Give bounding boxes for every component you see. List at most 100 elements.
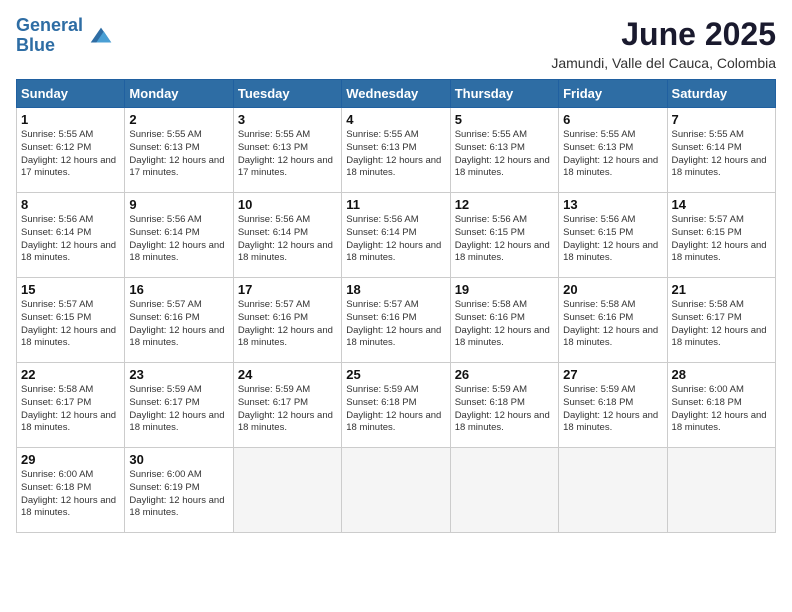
day-number: 1 [21, 112, 120, 127]
week-row-2: 8 Sunrise: 5:56 AMSunset: 6:14 PMDaylight… [17, 193, 776, 278]
calendar-cell: 17 Sunrise: 5:57 AMSunset: 6:16 PMDayligh… [233, 278, 341, 363]
calendar-cell: 13Sunrise: 5:56 AMSunset: 6:15 PMDayligh… [559, 193, 667, 278]
day-info: Sunrise: 5:57 AMSunset: 6:15 PMDaylight:… [21, 299, 120, 350]
location-subtitle: Jamundi, Valle del Cauca, Colombia [551, 55, 776, 71]
calendar-cell: 1Sunrise: 5:55 AMSunset: 6:12 PMDaylight… [17, 108, 125, 193]
week-row-5: 29 Sunrise: 6:00 AMSunset: 6:18 PMDayligh… [17, 448, 776, 533]
calendar-cell: 27 Sunrise: 5:59 AMSunset: 6:18 PMDayligh… [559, 363, 667, 448]
day-number: 2 [129, 112, 228, 127]
day-number: 25 [346, 367, 445, 382]
page-header: General Blue June 2025 Jamundi, Valle de… [16, 16, 776, 71]
calendar-cell: 24 Sunrise: 5:59 AMSunset: 6:17 PMDayligh… [233, 363, 341, 448]
calendar-cell: 6 Sunrise: 5:55 AMSunset: 6:13 PMDaylight… [559, 108, 667, 193]
calendar-cell: 25 Sunrise: 5:59 AMSunset: 6:18 PMDayligh… [342, 363, 450, 448]
day-info: Sunrise: 5:59 AMSunset: 6:17 PMDaylight:… [129, 384, 228, 435]
day-number: 22 [21, 367, 120, 382]
day-number: 29 [21, 452, 120, 467]
calendar-cell: 15 Sunrise: 5:57 AMSunset: 6:15 PMDayligh… [17, 278, 125, 363]
day-info: Sunrise: 5:55 AMSunset: 6:13 PMDaylight:… [346, 129, 445, 180]
day-number: 6 [563, 112, 662, 127]
day-info: Sunrise: 5:55 AMSunset: 6:13 PMDaylight:… [129, 129, 228, 180]
calendar-cell: 2 Sunrise: 5:55 AMSunset: 6:13 PMDaylight… [125, 108, 233, 193]
day-info: Sunrise: 5:57 AMSunset: 6:16 PMDaylight:… [129, 299, 228, 350]
week-row-1: 1Sunrise: 5:55 AMSunset: 6:12 PMDaylight… [17, 108, 776, 193]
day-info: Sunrise: 5:55 AMSunset: 6:13 PMDaylight:… [563, 129, 662, 180]
day-number: 26 [455, 367, 554, 382]
day-number: 23 [129, 367, 228, 382]
day-info: Sunrise: 5:57 AMSunset: 6:15 PMDaylight:… [672, 214, 771, 265]
calendar-cell [559, 448, 667, 533]
calendar-cell: 14 Sunrise: 5:57 AMSunset: 6:15 PMDayligh… [667, 193, 775, 278]
day-info: Sunrise: 5:56 AMSunset: 6:14 PMDaylight:… [129, 214, 228, 265]
calendar-cell: 9 Sunrise: 5:56 AMSunset: 6:14 PMDaylight… [125, 193, 233, 278]
calendar-cell: 20 Sunrise: 5:58 AMSunset: 6:16 PMDayligh… [559, 278, 667, 363]
day-info: Sunrise: 5:57 AMSunset: 6:16 PMDaylight:… [238, 299, 337, 350]
day-number: 20 [563, 282, 662, 297]
day-number: 28 [672, 367, 771, 382]
day-number: 12 [455, 197, 554, 212]
calendar-cell: 21 Sunrise: 5:58 AMSunset: 6:17 PMDayligh… [667, 278, 775, 363]
day-info: Sunrise: 5:59 AMSunset: 6:18 PMDaylight:… [563, 384, 662, 435]
day-number: 3 [238, 112, 337, 127]
weekday-header-monday: Monday [125, 80, 233, 108]
day-info: Sunrise: 6:00 AMSunset: 6:18 PMDaylight:… [21, 469, 120, 520]
day-number: 30 [129, 452, 228, 467]
day-number: 21 [672, 282, 771, 297]
day-number: 27 [563, 367, 662, 382]
week-row-4: 22 Sunrise: 5:58 AMSunset: 6:17 PMDayligh… [17, 363, 776, 448]
day-info: Sunrise: 5:56 AMSunset: 6:15 PMDaylight:… [563, 214, 662, 265]
calendar-header-row: SundayMondayTuesdayWednesdayThursdayFrid… [17, 80, 776, 108]
day-info: Sunrise: 6:00 AMSunset: 6:19 PMDaylight:… [129, 469, 228, 520]
day-number: 9 [129, 197, 228, 212]
weekday-header-saturday: Saturday [667, 80, 775, 108]
day-info: Sunrise: 5:59 AMSunset: 6:18 PMDaylight:… [455, 384, 554, 435]
calendar-cell: 3 Sunrise: 5:55 AMSunset: 6:13 PMDaylight… [233, 108, 341, 193]
calendar-cell: 5 Sunrise: 5:55 AMSunset: 6:13 PMDaylight… [450, 108, 558, 193]
day-number: 7 [672, 112, 771, 127]
logo-text: General Blue [16, 16, 83, 56]
day-number: 11 [346, 197, 445, 212]
day-number: 8 [21, 197, 120, 212]
calendar-cell: 4Sunrise: 5:55 AMSunset: 6:13 PMDaylight… [342, 108, 450, 193]
calendar-cell: 7Sunrise: 5:55 AMSunset: 6:14 PMDaylight… [667, 108, 775, 193]
calendar-cell: 11 Sunrise: 5:56 AMSunset: 6:14 PMDayligh… [342, 193, 450, 278]
day-number: 24 [238, 367, 337, 382]
day-number: 19 [455, 282, 554, 297]
calendar-cell: 22 Sunrise: 5:58 AMSunset: 6:17 PMDayligh… [17, 363, 125, 448]
week-row-3: 15 Sunrise: 5:57 AMSunset: 6:15 PMDayligh… [17, 278, 776, 363]
calendar-cell: 23 Sunrise: 5:59 AMSunset: 6:17 PMDayligh… [125, 363, 233, 448]
day-info: Sunrise: 5:58 AMSunset: 6:17 PMDaylight:… [672, 299, 771, 350]
day-number: 14 [672, 197, 771, 212]
calendar-cell: 18Sunrise: 5:57 AMSunset: 6:16 PMDayligh… [342, 278, 450, 363]
day-number: 5 [455, 112, 554, 127]
day-info: Sunrise: 5:56 AMSunset: 6:14 PMDaylight:… [21, 214, 120, 265]
day-info: Sunrise: 5:59 AMSunset: 6:17 PMDaylight:… [238, 384, 337, 435]
calendar-cell [450, 448, 558, 533]
day-number: 15 [21, 282, 120, 297]
weekday-header-tuesday: Tuesday [233, 80, 341, 108]
logo-icon [87, 22, 115, 50]
day-info: Sunrise: 5:56 AMSunset: 6:15 PMDaylight:… [455, 214, 554, 265]
day-number: 16 [129, 282, 228, 297]
month-title: June 2025 [551, 16, 776, 53]
weekday-header-sunday: Sunday [17, 80, 125, 108]
calendar-cell: 12 Sunrise: 5:56 AMSunset: 6:15 PMDayligh… [450, 193, 558, 278]
day-info: Sunrise: 5:55 AMSunset: 6:13 PMDaylight:… [455, 129, 554, 180]
calendar-cell: 16 Sunrise: 5:57 AMSunset: 6:16 PMDayligh… [125, 278, 233, 363]
day-info: Sunrise: 6:00 AMSunset: 6:18 PMDaylight:… [672, 384, 771, 435]
weekday-header-wednesday: Wednesday [342, 80, 450, 108]
calendar-cell [342, 448, 450, 533]
day-info: Sunrise: 5:55 AMSunset: 6:13 PMDaylight:… [238, 129, 337, 180]
day-info: Sunrise: 5:59 AMSunset: 6:18 PMDaylight:… [346, 384, 445, 435]
day-info: Sunrise: 5:56 AMSunset: 6:14 PMDaylight:… [238, 214, 337, 265]
day-info: Sunrise: 5:56 AMSunset: 6:14 PMDaylight:… [346, 214, 445, 265]
weekday-header-thursday: Thursday [450, 80, 558, 108]
day-number: 17 [238, 282, 337, 297]
calendar-cell: 19Sunrise: 5:58 AMSunset: 6:16 PMDayligh… [450, 278, 558, 363]
calendar-cell: 29 Sunrise: 6:00 AMSunset: 6:18 PMDayligh… [17, 448, 125, 533]
calendar-table: SundayMondayTuesdayWednesdayThursdayFrid… [16, 79, 776, 533]
day-info: Sunrise: 5:58 AMSunset: 6:17 PMDaylight:… [21, 384, 120, 435]
calendar-cell [233, 448, 341, 533]
weekday-header-friday: Friday [559, 80, 667, 108]
day-info: Sunrise: 5:58 AMSunset: 6:16 PMDaylight:… [563, 299, 662, 350]
